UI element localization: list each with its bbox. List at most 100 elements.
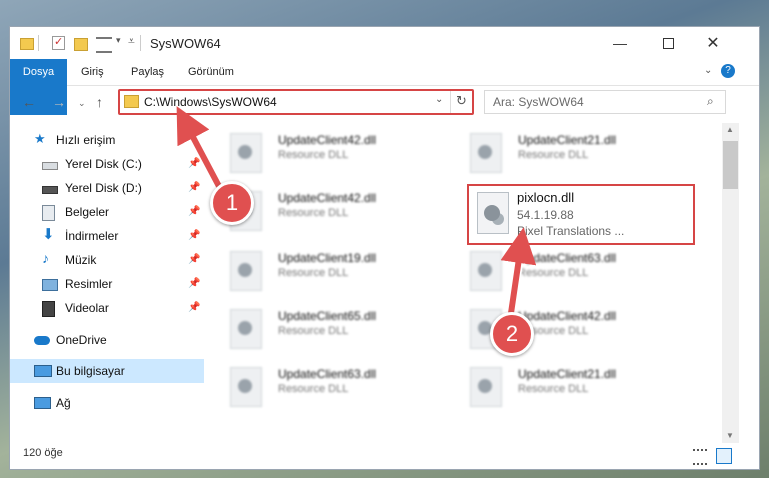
file-name: UpdateClient42.dll — [278, 191, 377, 205]
sidebar-item-documents[interactable]: Belgeler 📌 — [10, 200, 204, 224]
navigation-bar: ← → ⌄ ↑ C:\Windows\SysWOW64 ⌄ ↻ Ara: Sys… — [10, 86, 759, 118]
vertical-scrollbar[interactable]: ▲ ▼ — [722, 123, 739, 445]
properties-icon[interactable]: ✓ — [52, 36, 65, 50]
sidebar-item-this-pc[interactable]: Bu bilgisayar — [10, 359, 204, 383]
pin-icon: 📌 — [188, 158, 201, 169]
recent-locations-icon[interactable]: ⌄ — [78, 98, 86, 109]
sidebar-item-label: Hızlı erişim — [56, 133, 116, 147]
back-icon[interactable]: ← — [22, 94, 36, 110]
minimize-button[interactable]: — — [597, 27, 643, 59]
sidebar-item-videos[interactable]: Videolar 📌 — [10, 296, 204, 320]
file-type: Resource DLL — [278, 383, 349, 395]
scroll-up-icon[interactable]: ▲ — [726, 125, 734, 134]
navigation-pane: ★ Hızlı erişim Yerel Disk (C:) 📌 Yerel D… — [10, 123, 207, 443]
sidebar-item-network[interactable]: Ağ — [10, 391, 204, 415]
list-item[interactable]: UpdateClient63.dll Resource DLL — [450, 245, 670, 301]
search-icon[interactable]: ⌕ — [707, 94, 714, 109]
address-path[interactable]: C:\Windows\SysWOW64 — [144, 95, 277, 109]
pin-icon: 📌 — [188, 182, 201, 193]
sidebar-item-label: OneDrive — [56, 333, 107, 347]
file-type: Resource DLL — [518, 149, 589, 161]
file-type: Resource DLL — [278, 325, 349, 337]
scrollbar-thumb[interactable] — [723, 141, 738, 189]
sidebar-item-label: Videolar — [65, 301, 109, 315]
drive-icon — [42, 162, 58, 170]
pin-icon: 📌 — [188, 230, 201, 241]
gear-icon — [484, 205, 500, 221]
search-input[interactable]: Ara: SysWOW64 — [493, 95, 584, 109]
step-badge-1: 1 — [210, 181, 254, 225]
address-bar[interactable]: C:\Windows\SysWOW64 ⌄ ↻ — [118, 89, 474, 115]
file-type: Resource DLL — [278, 149, 349, 161]
expand-ribbon-icon[interactable]: ⌄ — [704, 65, 712, 76]
maximize-icon — [662, 37, 674, 49]
details-view-icon[interactable] — [693, 449, 707, 465]
close-icon: ✕ — [706, 35, 720, 52]
pin-icon: 📌 — [188, 254, 201, 265]
quick-access-dropdown-icon[interactable]: ⩡ — [128, 34, 135, 49]
ribbon-tabs: Dosya Giriş Paylaş Görünüm ⌄ ? — [10, 59, 759, 115]
window-title: SysWOW64 — [150, 36, 221, 51]
forward-icon[interactable]: → — [52, 94, 66, 110]
step-badge-2: 2 — [490, 312, 534, 356]
list-item[interactable]: UpdateClient63.dll Resource DLL — [210, 361, 430, 417]
file-name: UpdateClient19.dll — [278, 251, 377, 265]
sidebar-item-onedrive[interactable]: OneDrive — [10, 328, 204, 352]
sidebar-item-local-disk-d[interactable]: Yerel Disk (D:) 📌 — [10, 176, 204, 200]
file-type: Resource DLL — [518, 383, 589, 395]
file-type: Resource DLL — [278, 207, 349, 219]
list-item[interactable]: UpdateClient42.dll Resource DLL — [450, 303, 670, 359]
file-name: UpdateClient65.dll — [278, 309, 377, 323]
customize-icon[interactable] — [96, 37, 112, 53]
star-icon: ★ — [34, 131, 46, 146]
list-item[interactable]: UpdateClient21.dll Resource DLL — [450, 127, 670, 183]
file-type: Resource DLL — [518, 267, 589, 279]
help-icon[interactable]: ? — [721, 64, 735, 78]
tab-share[interactable]: Paylaş — [131, 59, 164, 85]
list-item[interactable]: UpdateClient65.dll Resource DLL — [210, 303, 430, 359]
pin-icon: 📌 — [188, 278, 201, 289]
list-item[interactable]: UpdateClient21.dll Resource DLL — [450, 361, 670, 417]
file-type: Resource DLL — [278, 267, 349, 279]
title-bar: ✓ ▾ ⩡ SysWOW64 — ✕ — [10, 27, 759, 59]
file-name: UpdateClient21.dll — [518, 367, 617, 381]
music-icon: ♪ — [42, 250, 49, 266]
search-box[interactable]: Ara: SysWOW64 ⌕ — [484, 90, 726, 114]
sidebar-item-label: Bu bilgisayar — [56, 364, 125, 378]
refresh-icon[interactable]: ↻ — [456, 93, 467, 109]
sidebar-item-local-disk-c[interactable]: Yerel Disk (C:) 📌 — [10, 152, 204, 176]
sidebar-item-downloads[interactable]: ⬇ İndirmeler 📌 — [10, 224, 204, 248]
tab-view[interactable]: Görünüm — [188, 59, 234, 85]
sidebar-item-pictures[interactable]: Resimler 📌 — [10, 272, 204, 296]
sidebar-item-label: Resimler — [65, 277, 113, 291]
sidebar-item-quick-access[interactable]: ★ Hızlı erişim — [10, 128, 204, 152]
file-name: UpdateClient42.dll — [278, 133, 377, 147]
explorer-window: ✓ ▾ ⩡ SysWOW64 — ✕ Dosya Giriş Paylaş Gö… — [10, 27, 759, 469]
pictures-icon — [42, 279, 58, 291]
file-name: UpdateClient63.dll — [278, 367, 377, 381]
close-button[interactable]: ✕ — [690, 27, 736, 59]
sidebar-item-label: Yerel Disk (D:) — [65, 181, 142, 195]
highlighted-file-pixlocn[interactable]: pixlocn.dll 54.1.19.88 Pixel Translation… — [467, 184, 695, 245]
network-icon — [34, 397, 51, 409]
gear-icon — [238, 145, 252, 159]
scroll-down-icon[interactable]: ▼ — [726, 431, 734, 440]
file-name: UpdateClient63.dll — [518, 251, 617, 265]
chevron-down-icon[interactable]: ▾ — [116, 35, 121, 46]
new-folder-icon[interactable] — [74, 38, 88, 51]
up-icon[interactable]: ↑ — [96, 94, 103, 110]
gear-icon — [478, 379, 492, 393]
sidebar-item-label: Belgeler — [65, 205, 110, 219]
large-icons-view-icon[interactable] — [716, 448, 732, 464]
maximize-button[interactable] — [645, 27, 691, 59]
address-dropdown-icon[interactable]: ⌄ — [435, 94, 443, 105]
sidebar-item-music[interactable]: ♪ Müzik 📌 — [10, 248, 204, 272]
folder-icon — [124, 95, 139, 108]
list-item[interactable]: UpdateClient42.dll Resource DLL — [210, 127, 430, 183]
list-item[interactable]: UpdateClient19.dll Resource DLL — [210, 245, 430, 301]
pin-icon: 📌 — [188, 206, 201, 217]
file-list: UpdateClient42.dll Resource DLL UpdateCl… — [210, 123, 722, 443]
tab-home[interactable]: Giriş — [81, 59, 104, 85]
sidebar-item-label: Yerel Disk (C:) — [65, 157, 142, 171]
file-name: UpdateClient21.dll — [518, 133, 617, 147]
